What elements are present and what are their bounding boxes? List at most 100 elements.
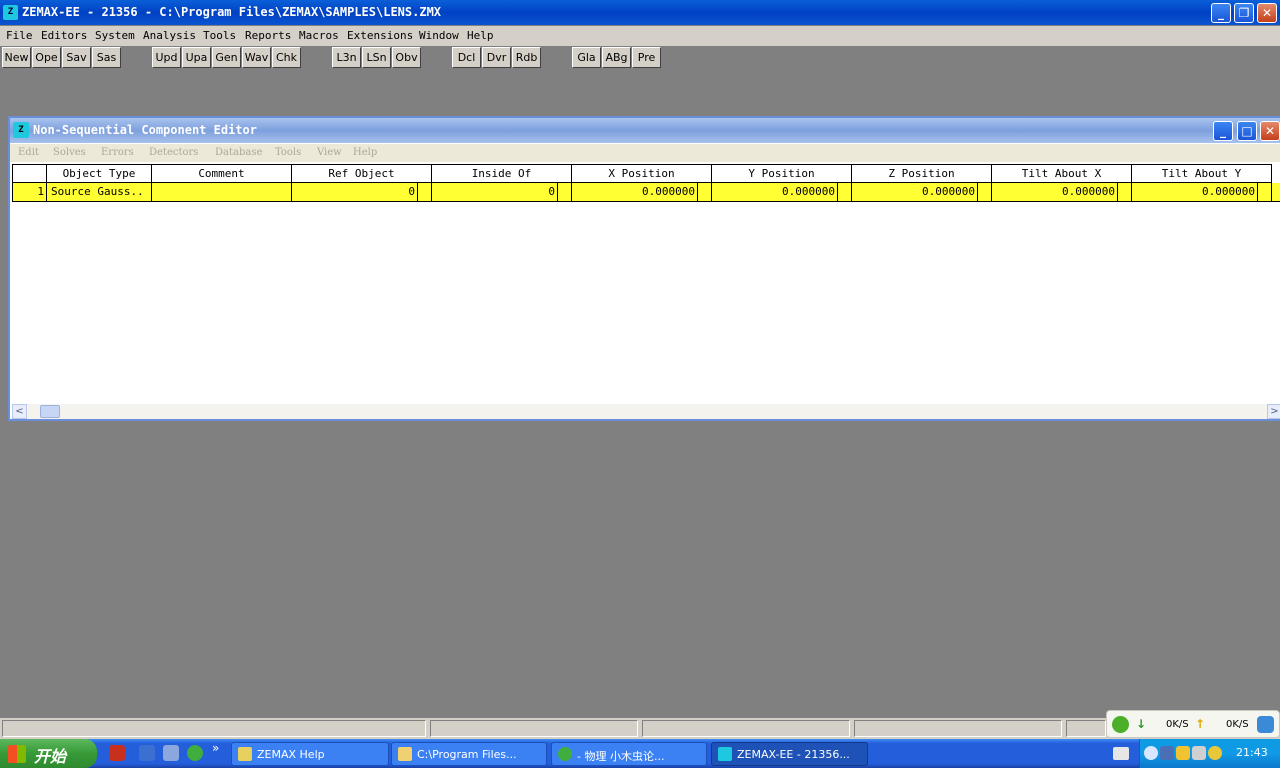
toolbar-dcl-button[interactable]: Dcl (452, 47, 481, 68)
taskbar: 开始 » ZEMAX Help C:\Program Files... - 物理… (0, 739, 1280, 768)
toolbar-pre-button[interactable]: Pre (632, 47, 661, 68)
main-title-bar[interactable]: Z ZEMAX-EE - 21356 - C:\Program Files\ZE… (0, 0, 1280, 25)
editor-menu-solves[interactable]: Solves (53, 147, 86, 158)
column-header-tilt-about-y[interactable]: Tilt About Y (1132, 164, 1272, 183)
cell-tilt-about-x[interactable]: 0.000000 (992, 183, 1118, 202)
column-header-x-position[interactable]: X Position (572, 164, 712, 183)
zemax-app-icon[interactable]: Z (13, 122, 29, 138)
show-desktop-icon[interactable] (109, 745, 125, 761)
toolbar-gen-button[interactable]: Gen (212, 47, 241, 68)
restore-button[interactable]: ❐ (1234, 3, 1254, 23)
editor-menu-edit[interactable]: Edit (18, 147, 39, 158)
scroll-right-icon[interactable]: > (1267, 404, 1280, 419)
column-header-inside-of[interactable]: Inside Of (432, 164, 572, 183)
minimize-button[interactable]: _ (1211, 3, 1231, 23)
network-speed-meter[interactable]: ↓ 0K/S ↑ 0K/S (1106, 710, 1280, 738)
solve-box[interactable] (978, 183, 992, 202)
menu-editors[interactable]: Editors (41, 29, 87, 42)
toolbar-chk-button[interactable]: Chk (272, 47, 301, 68)
solve-box[interactable] (1118, 183, 1132, 202)
menu-window[interactable]: Window (419, 29, 459, 42)
toolbar-wav-button[interactable]: Wav (242, 47, 271, 68)
toolbar-lsn-button[interactable]: LSn (362, 47, 391, 68)
tray-expand-icon[interactable] (1144, 746, 1158, 760)
column-header-tilt-about-x[interactable]: Tilt About X (992, 164, 1132, 183)
column-header-ref-object[interactable]: Ref Object (292, 164, 432, 183)
task-zemax-help[interactable]: ZEMAX Help (231, 742, 389, 766)
editor-menu-detectors[interactable]: Detectors (149, 147, 198, 158)
network-icon[interactable] (1160, 746, 1174, 760)
quicklaunch-browser-icon[interactable] (187, 745, 203, 761)
toolbar-new-button[interactable]: New (2, 47, 31, 68)
editor-close-button[interactable]: ✕ (1260, 121, 1280, 141)
tray-app-icon[interactable] (1208, 746, 1222, 760)
toolbar-save-button[interactable]: Sav (62, 47, 91, 68)
keyboard-icon[interactable] (1113, 747, 1129, 760)
task-zemax-ee[interactable]: ZEMAX-EE - 21356... (711, 742, 868, 766)
toolbar-obv-button[interactable]: Obv (392, 47, 421, 68)
column-header-z-position[interactable]: Z Position (852, 164, 992, 183)
security-alert-icon[interactable] (1176, 746, 1190, 760)
solve-box[interactable] (838, 183, 852, 202)
nsc-editor-window[interactable]: Z Non-Sequential Component Editor _ □ ✕ … (8, 116, 1280, 421)
status-panel (642, 720, 850, 737)
volume-icon[interactable] (1192, 746, 1206, 760)
cell-comment[interactable] (152, 183, 292, 202)
editor-title-bar[interactable]: Z Non-Sequential Component Editor _ □ ✕ (10, 118, 1280, 143)
editor-menu-help[interactable]: Help (353, 147, 377, 158)
toolbar-save-as-button[interactable]: Sas (92, 47, 121, 68)
solve-box[interactable] (698, 183, 712, 202)
solve-box[interactable] (558, 183, 572, 202)
cell-inside-of[interactable]: 0 (432, 183, 558, 202)
toolbar-open-button[interactable]: Ope (32, 47, 61, 68)
editor-menu-database[interactable]: Database (215, 147, 262, 158)
menu-help[interactable]: Help (467, 29, 494, 42)
menu-analysis[interactable]: Analysis (143, 29, 196, 42)
close-button[interactable]: ✕ (1257, 3, 1277, 23)
horizontal-scrollbar[interactable]: < > (12, 404, 1280, 419)
quicklaunch-more-icon[interactable]: » (212, 741, 219, 755)
row-number[interactable]: 1 (12, 183, 47, 202)
toolbar-l3n-button[interactable]: L3n (332, 47, 361, 68)
toolbar-update-all-button[interactable]: Upa (182, 47, 211, 68)
menu-system[interactable]: System (95, 29, 135, 42)
menu-macros[interactable]: Macros (299, 29, 339, 42)
cell-ref-object[interactable]: 0 (292, 183, 418, 202)
start-button[interactable]: 开始 (0, 739, 97, 768)
cell-next-column[interactable] (1272, 183, 1280, 202)
menu-tools[interactable]: Tools (203, 29, 236, 42)
task-explorer-folder[interactable]: C:\Program Files... (391, 742, 547, 766)
scroll-thumb[interactable] (40, 405, 60, 418)
menu-reports[interactable]: Reports (245, 29, 291, 42)
editor-menu-errors[interactable]: Errors (101, 147, 134, 158)
menu-extensions[interactable]: Extensions (347, 29, 413, 42)
toolbar-abg-button[interactable]: ABg (602, 47, 631, 68)
menu-file[interactable]: File (6, 29, 33, 42)
solve-box[interactable] (418, 183, 432, 202)
quicklaunch-media-icon[interactable] (163, 745, 179, 761)
solve-box[interactable] (1258, 183, 1272, 202)
scroll-left-icon[interactable]: < (12, 404, 27, 419)
editor-menu-view[interactable]: View (317, 147, 342, 158)
column-header-comment[interactable]: Comment (152, 164, 292, 183)
task-browser[interactable]: - 物理 小木虫论... (551, 742, 707, 766)
toolbar-gla-button[interactable]: Gla (572, 47, 601, 68)
editor-maximize-button[interactable]: □ (1237, 121, 1257, 141)
cell-object-type[interactable]: Source Gauss.. (47, 183, 152, 202)
toolbar-dvr-button[interactable]: Dvr (482, 47, 511, 68)
cell-tilt-about-y[interactable]: 0.000000 (1132, 183, 1258, 202)
toolbar-rdb-button[interactable]: Rdb (512, 47, 541, 68)
editor-menu-tools[interactable]: Tools (275, 147, 301, 158)
cell-z-position[interactable]: 0.000000 (852, 183, 978, 202)
browser-icon[interactable] (1257, 716, 1274, 733)
zemax-app-icon[interactable]: Z (3, 5, 18, 20)
clock[interactable]: 21:43 (1236, 746, 1268, 759)
network-meter-icon[interactable] (1112, 716, 1129, 733)
toolbar-update-button[interactable]: Upd (152, 47, 181, 68)
quicklaunch-app-icon[interactable] (139, 745, 155, 761)
cell-y-position[interactable]: 0.000000 (712, 183, 838, 202)
editor-minimize-button[interactable]: _ (1213, 121, 1233, 141)
column-header-object-type[interactable]: Object Type (47, 164, 152, 183)
column-header-y-position[interactable]: Y Position (712, 164, 852, 183)
cell-x-position[interactable]: 0.000000 (572, 183, 698, 202)
